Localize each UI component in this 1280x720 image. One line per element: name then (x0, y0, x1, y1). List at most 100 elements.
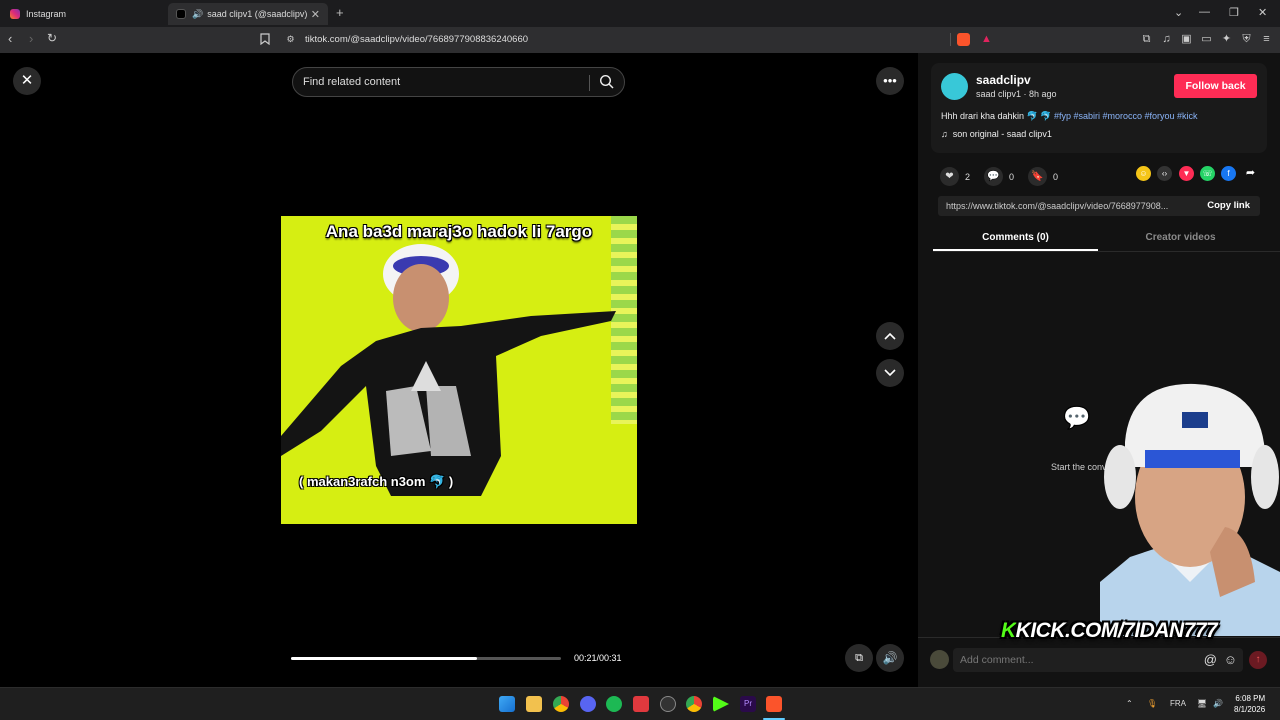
close-tab-icon[interactable]: ✕ (311, 8, 320, 21)
heart-icon[interactable]: ❤ (940, 167, 959, 186)
forward-icon[interactable]: › (29, 31, 33, 46)
facebook-icon[interactable]: f (1221, 166, 1236, 181)
share-icon[interactable]: ➦ (1243, 166, 1258, 181)
network-icon[interactable]: 🖥 (1197, 699, 1207, 708)
divider (933, 251, 1280, 252)
picture-in-picture-icon[interactable]: ⧉ (845, 644, 873, 672)
extensions-icon[interactable]: ⧉ (1140, 33, 1153, 46)
bookmark-icon[interactable]: 🔖 (1028, 167, 1047, 186)
brave-shields-icon[interactable] (957, 33, 970, 46)
windows-taskbar: Pr ⌃ 🎙 FRA 🖥 🔊 6:08 PM 8/1/2026 (0, 687, 1280, 720)
chrome-alt-icon[interactable] (686, 696, 702, 712)
hashtags[interactable]: #fyp #sabiri #morocco #foryou #kick (1054, 111, 1198, 121)
video-caption-top: Ana ba3d maraj3o hadok li 7argo (325, 222, 593, 241)
minimize-button[interactable]: — (1199, 6, 1210, 18)
embed-icon[interactable]: ‹› (1157, 166, 1172, 181)
friends-share-icon[interactable]: ☺ (1136, 166, 1151, 181)
language-indicator[interactable]: FRA (1170, 699, 1186, 708)
reload-icon[interactable]: ↻ (47, 31, 57, 45)
wallet-icon[interactable]: ▭ (1200, 33, 1213, 46)
comment-stat[interactable]: 💬 0 (984, 167, 1014, 186)
copy-link-button[interactable]: Copy link (1207, 200, 1250, 211)
address-bar[interactable]: tiktok.com/@saadclipv/video/766897790883… (305, 34, 528, 45)
instagram-icon (10, 9, 20, 19)
brave-icon[interactable] (766, 696, 782, 712)
search-input[interactable]: Find related content (292, 67, 625, 97)
clock-date: 8/1/2026 (1234, 705, 1266, 714)
close-video-button[interactable]: ✕ (13, 67, 41, 95)
description-text: Hhh drari kha dahkin 🐬 🐬 (941, 111, 1054, 121)
comment-input[interactable]: Add comment... @ ☺ (953, 648, 1243, 672)
menu-icon[interactable]: ≡ (1260, 33, 1273, 46)
close-window-button[interactable]: ✕ (1258, 6, 1267, 19)
kick-url: KICK.COM/7IDAN777 (1015, 619, 1218, 642)
search-icon[interactable] (599, 74, 614, 94)
volume-icon[interactable]: 🔊 (876, 644, 904, 672)
follow-back-button[interactable]: Follow back (1174, 74, 1257, 98)
divider (950, 33, 951, 46)
video-caption-bottom: ( makan3rafch n3om 🐬 ) (299, 474, 454, 489)
obs-icon[interactable] (660, 696, 676, 712)
site-info-icon[interactable]: ⚙ (284, 33, 297, 46)
streamer-webcam-overlay (1100, 382, 1280, 636)
microphone-icon[interactable]: 🎙 (1147, 699, 1157, 708)
speaker-icon: 🔊 (192, 8, 204, 19)
avatar[interactable] (941, 73, 968, 100)
tab-title: saad clipv1 (@saadclipv) | Tik (207, 9, 308, 19)
creator-username[interactable]: saadclipv (976, 73, 1031, 87)
kick-logo: K (1001, 619, 1016, 642)
restore-button[interactable]: ❐ (1229, 6, 1239, 19)
video-pane: ✕ Find related content Ana ba3d maraj3o … (0, 53, 918, 687)
premiere-icon[interactable]: Pr (740, 696, 756, 712)
like-count: 2 (965, 171, 971, 182)
video-player[interactable]: Ana ba3d maraj3o hadok li 7argo ( makan3… (281, 216, 637, 524)
creator-card: saadclipv saad clipv1 · 8h ago Follow ba… (931, 63, 1267, 153)
whatsapp-icon[interactable]: ☏ (1200, 166, 1215, 181)
emoji-icon[interactable]: ☺ (1224, 652, 1237, 667)
brave-rewards-icon[interactable]: ▲ (980, 33, 993, 46)
vpn-icon[interactable]: ⛨ (1240, 33, 1253, 46)
tab-comments[interactable]: Comments (0) (933, 225, 1098, 251)
tab-list-icon[interactable]: ⌄ (1174, 6, 1183, 19)
avatar (930, 650, 949, 669)
kick-app-icon[interactable] (713, 696, 729, 712)
comment-icon[interactable]: 💬 (984, 167, 1003, 186)
save-stat[interactable]: 🔖 0 (1028, 167, 1058, 186)
link-box: https://www.tiktok.com/@saadclipv/video/… (938, 196, 1260, 216)
music-note-icon: ♫ (941, 129, 948, 139)
progress-fill (291, 657, 478, 660)
more-options-button[interactable]: ••• (876, 67, 904, 95)
file-explorer-icon[interactable] (526, 696, 542, 712)
leo-ai-icon[interactable]: ✦ (1220, 33, 1233, 46)
video-link[interactable]: https://www.tiktok.com/@saadclipv/video/… (946, 201, 1192, 211)
tab-instagram[interactable]: Instagram (2, 3, 167, 25)
sidebar-icon[interactable]: ▣ (1180, 33, 1193, 46)
post-comment-button[interactable]: ↑ (1249, 651, 1267, 669)
system-clock[interactable]: 6:08 PM 8/1/2026 (1234, 693, 1265, 715)
discord-icon[interactable] (580, 696, 596, 712)
previous-video-button[interactable] (876, 322, 904, 350)
back-icon[interactable]: ‹ (8, 31, 12, 46)
start-icon[interactable] (499, 696, 515, 712)
tab-tiktok[interactable]: 🔊 saad clipv1 (@saadclipv) | Tik ✕ (168, 3, 328, 25)
empty-comments-text: Start the conv (1051, 462, 1107, 472)
send-icon[interactable]: ▼ (1179, 166, 1194, 181)
media-icon[interactable]: ♫ (1160, 33, 1173, 46)
progress-bar[interactable] (291, 657, 561, 660)
comment-placeholder: Add comment... (960, 654, 1034, 666)
tab-creator-videos[interactable]: Creator videos (1098, 225, 1263, 251)
tab-title: Instagram (26, 9, 67, 19)
video-time: 00:21/00:31 (574, 653, 622, 663)
app-icon[interactable] (633, 696, 649, 712)
like-stat[interactable]: ❤ 2 (940, 167, 970, 186)
new-tab-button[interactable]: + (336, 5, 344, 20)
bookmark-icon[interactable] (258, 33, 271, 46)
music-info[interactable]: ♫ son original - saad clipv1 (941, 129, 1052, 139)
tray-overflow-icon[interactable]: ⌃ (1126, 699, 1133, 708)
next-video-button[interactable] (876, 359, 904, 387)
spotify-icon[interactable] (606, 696, 622, 712)
video-column: Find related content Ana ba3d maraj3o ha… (281, 53, 637, 687)
volume-tray-icon[interactable]: 🔊 (1213, 699, 1223, 708)
mention-icon[interactable]: @ (1204, 652, 1217, 667)
chrome-icon[interactable] (553, 696, 569, 712)
